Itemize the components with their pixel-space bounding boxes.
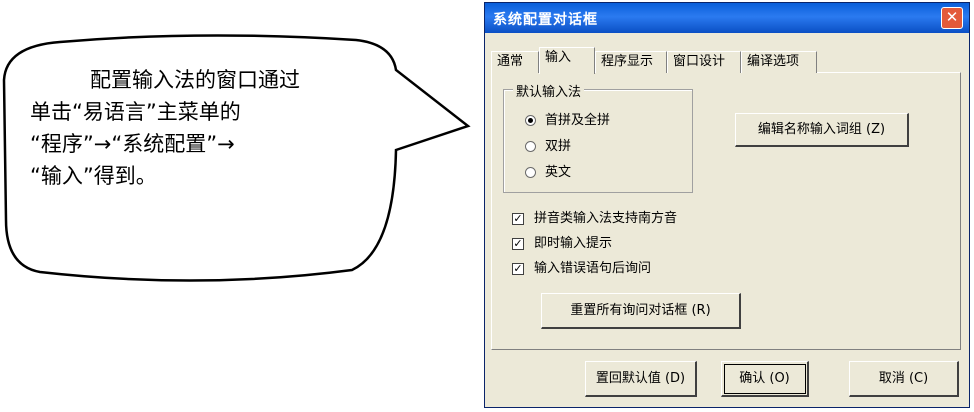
checkbox-check-icon: ✓ — [512, 236, 524, 250]
title-bar[interactable]: 系统配置对话框 ✕ — [485, 3, 969, 33]
close-icon: ✕ — [945, 8, 959, 26]
radio-label: 双拼 — [545, 139, 572, 154]
checkbox-instant-hint[interactable]: ✓ 即时输入提示 — [512, 232, 613, 251]
radio-selected-icon — [525, 115, 536, 126]
callout-text: 配置输入法的窗口通过 单击“易语言”主菜单的 “程序”→“系统配置”→ “输入”… — [30, 64, 350, 192]
checkbox-check-icon: ✓ — [512, 211, 524, 225]
radio-icon — [525, 167, 536, 178]
tab-program-display[interactable]: 程序显示 — [595, 51, 667, 73]
ok-button[interactable]: 确认 (O) — [721, 361, 809, 397]
reset-dialogs-button[interactable]: 重置所有询问对话框 (R) — [541, 293, 741, 329]
callout-line: “输入”得到。 — [30, 164, 157, 188]
checkbox-southern-accent[interactable]: ✓ 拼音类输入法支持南方音 — [512, 207, 678, 226]
tab-general[interactable]: 通常 — [491, 51, 539, 73]
system-config-dialog: 系统配置对话框 ✕ 通常 输入 程序显示 窗口设计 编译选项 默认输入法 首拼及… — [484, 2, 970, 408]
close-button[interactable]: ✕ — [941, 7, 963, 29]
radio-label: 首拼及全拼 — [545, 113, 611, 128]
cancel-button[interactable]: 取消 (C) — [849, 361, 959, 397]
callout-line: “程序”→“系统配置”→ — [30, 132, 235, 156]
tab-compile-options[interactable]: 编译选项 — [741, 51, 817, 73]
radio-english[interactable]: 英文 — [525, 161, 572, 180]
callout-line: 单击“易语言”主菜单的 — [30, 100, 241, 124]
radio-label: 英文 — [545, 165, 572, 180]
callout-line: 配置输入法的窗口通过 — [90, 68, 300, 92]
restore-defaults-button[interactable]: 置回默认值 (D) — [585, 361, 697, 397]
edit-phrase-button[interactable]: 编辑名称输入词组 (Z) — [735, 113, 909, 147]
radio-double-pinyin[interactable]: 双拼 — [525, 135, 572, 154]
radio-full-pinyin[interactable]: 首拼及全拼 — [525, 109, 611, 128]
group-title: 默认输入法 — [513, 81, 585, 100]
dialog-title: 系统配置对话框 — [493, 12, 598, 28]
callout-bubble: 配置输入法的窗口通过 单击“易语言”主菜单的 “程序”→“系统配置”→ “输入”… — [0, 0, 480, 290]
tab-window-design[interactable]: 窗口设计 — [667, 51, 741, 73]
checkbox-label: 即时输入提示 — [534, 236, 613, 251]
checkbox-check-icon: ✓ — [512, 261, 524, 275]
checkbox-label: 输入错误语句后询问 — [534, 261, 652, 276]
radio-icon — [525, 141, 536, 152]
checkbox-ask-on-error[interactable]: ✓ 输入错误语句后询问 — [512, 257, 652, 276]
tab-input[interactable]: 输入 — [539, 47, 595, 74]
checkbox-label: 拼音类输入法支持南方音 — [534, 211, 678, 226]
